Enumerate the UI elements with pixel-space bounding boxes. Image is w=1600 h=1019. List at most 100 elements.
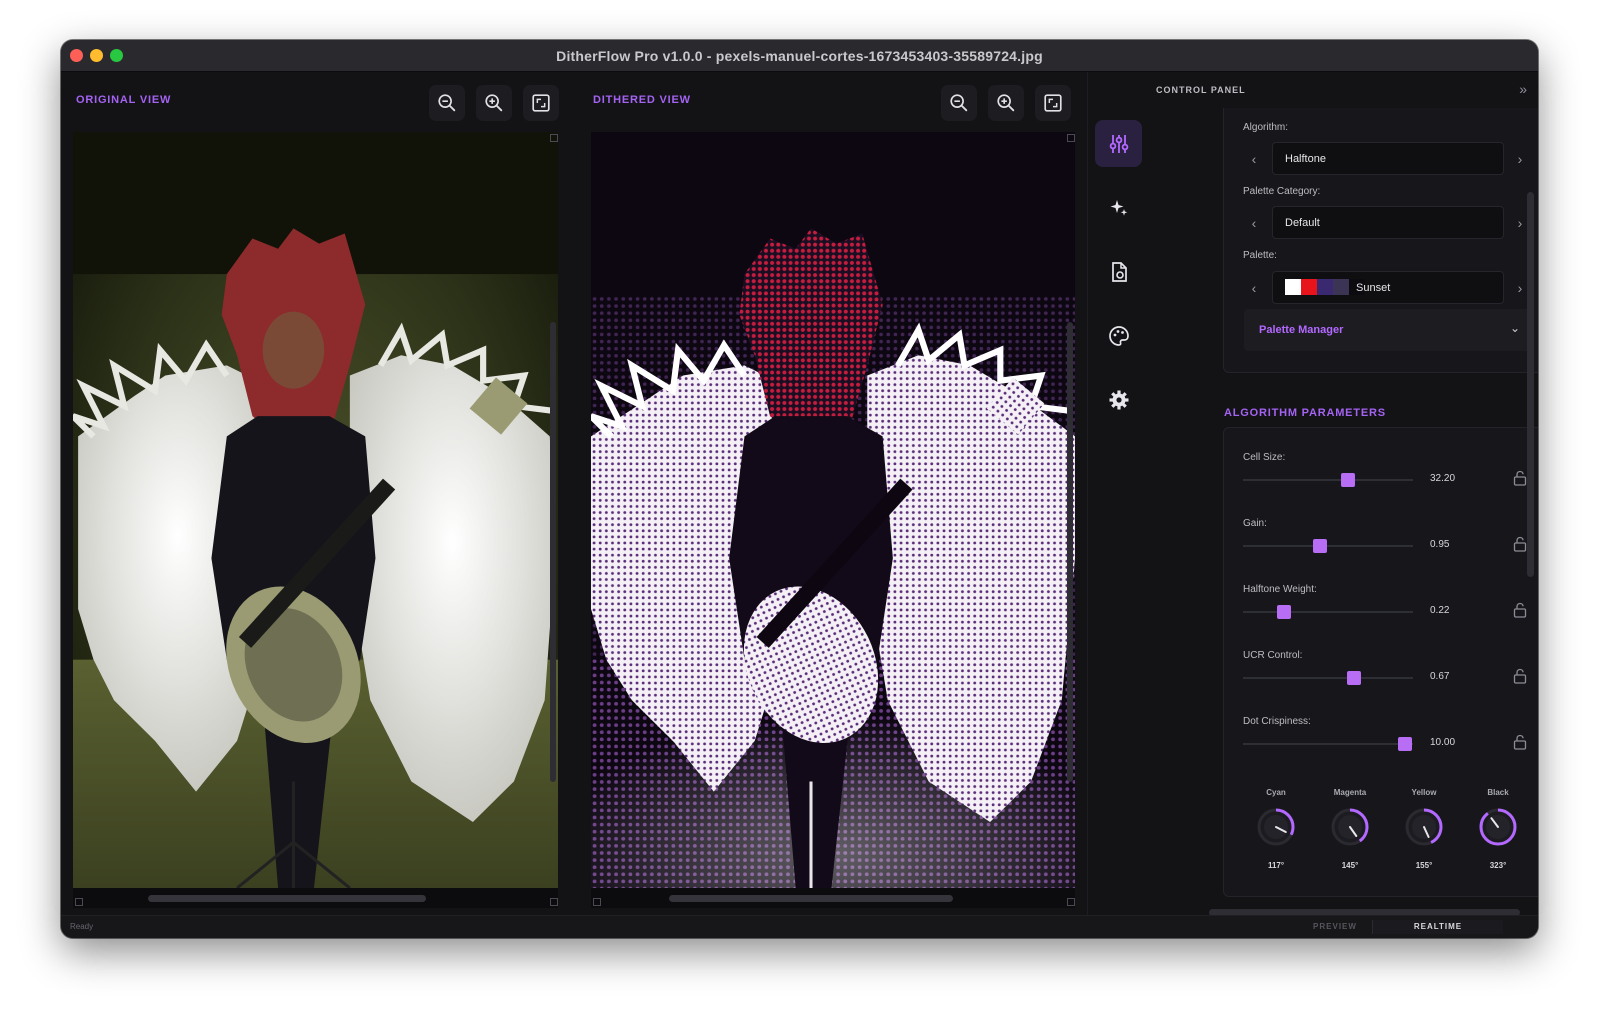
dial-knob[interactable] xyxy=(1402,805,1446,849)
original-zoom-in-button[interactable] xyxy=(476,85,512,121)
slider-thumb[interactable] xyxy=(1312,539,1327,553)
channel-dial[interactable]: Black 323° xyxy=(1468,788,1528,870)
zoom-in-icon xyxy=(485,94,503,112)
palette-category-select[interactable]: Default xyxy=(1272,206,1504,239)
param-value: 0.67 xyxy=(1430,671,1450,682)
channel-dial[interactable]: Cyan 117° xyxy=(1246,788,1306,870)
algorithm-select[interactable]: Halftone xyxy=(1272,142,1504,175)
tab-preview[interactable]: PREVIEW xyxy=(1298,920,1372,934)
original-canvas[interactable] xyxy=(73,132,558,908)
lock-icon[interactable] xyxy=(1513,602,1527,618)
algorithm-value: Halftone xyxy=(1285,153,1326,165)
palette-manager-toggle[interactable]: Palette Manager ⌄ xyxy=(1244,309,1534,351)
corner-marker xyxy=(550,898,558,906)
corner-marker xyxy=(1067,134,1075,142)
param-slider[interactable] xyxy=(1243,671,1413,685)
palette-manager-label: Palette Manager xyxy=(1259,324,1344,336)
param-label: Gain: xyxy=(1243,518,1267,529)
palette-next-icon[interactable]: › xyxy=(1512,280,1528,296)
original-zoom-out-button[interactable] xyxy=(429,85,465,121)
palette-select[interactable]: Sunset xyxy=(1272,271,1504,304)
dial-value: 145° xyxy=(1341,861,1359,870)
control-panel-scrollbar[interactable] xyxy=(1527,192,1534,577)
palette-category-next-icon[interactable]: › xyxy=(1512,215,1528,231)
zoom-out-icon xyxy=(950,94,968,112)
lock-icon[interactable] xyxy=(1513,668,1527,684)
dithered-vertical-scrollbar[interactable] xyxy=(1067,322,1073,782)
channel-dial[interactable]: Yellow 155° xyxy=(1394,788,1454,870)
dithered-fit-button[interactable] xyxy=(1035,85,1071,121)
sidebar-item-effects[interactable] xyxy=(1095,184,1142,231)
sidebar-item-adjustments[interactable] xyxy=(1095,120,1142,167)
algorithm-parameters-card: Cell Size: 32.20 Gain: 0.95 Halftone Weight:… xyxy=(1223,427,1538,897)
palette-swatches xyxy=(1285,279,1365,295)
algorithm-label: Algorithm: xyxy=(1243,122,1289,133)
palette-label: Palette: xyxy=(1243,250,1277,261)
lock-icon[interactable] xyxy=(1513,734,1527,750)
corner-marker xyxy=(593,898,601,906)
param-slider[interactable] xyxy=(1243,473,1413,487)
param-label: Halftone Weight: xyxy=(1243,584,1317,595)
param-label: UCR Control: xyxy=(1243,650,1303,661)
zoom-in-icon xyxy=(997,94,1015,112)
dithered-view-title: DITHERED VIEW xyxy=(593,94,691,106)
dial-label: Cyan xyxy=(1266,788,1286,797)
dial-label: Yellow xyxy=(1411,788,1437,797)
palette-prev-icon[interactable]: ‹ xyxy=(1246,280,1262,296)
main-content: ORIGINAL VIEW DITHERED VIEW CONTROL PANE… xyxy=(61,72,1538,916)
dial-knob[interactable] xyxy=(1328,805,1372,849)
algorithm-settings-card: Algorithm: ‹ Halftone › Palette Category… xyxy=(1223,108,1538,373)
corner-marker xyxy=(550,134,558,142)
dial-label: Magenta xyxy=(1333,788,1367,797)
channel-dial[interactable]: Magenta 145° xyxy=(1320,788,1380,870)
slider-thumb[interactable] xyxy=(1341,473,1356,487)
dithered-zoom-in-button[interactable] xyxy=(988,85,1024,121)
channel-angle-dials: Cyan 117° Magenta 145° Yellow 155° Black 323° xyxy=(1254,788,1534,878)
title-bar: DitherFlow Pro v1.0.0 - pexels-manuel-co… xyxy=(61,40,1538,72)
dial-knob[interactable] xyxy=(1476,805,1520,849)
sidebar-item-palette[interactable] xyxy=(1095,312,1142,359)
dithered-horizontal-scrollbar[interactable] xyxy=(669,895,953,902)
dial-knob[interactable] xyxy=(1254,805,1298,849)
original-view-pane: ORIGINAL VIEW xyxy=(61,72,570,916)
sidebar-item-settings[interactable] xyxy=(1095,376,1142,423)
algorithm-parameters-title: ALGORITHM PARAMETERS xyxy=(1224,407,1386,419)
dithered-zoom-out-button[interactable] xyxy=(941,85,977,121)
dithered-canvas[interactable] xyxy=(591,132,1075,908)
slider-thumb[interactable] xyxy=(1397,737,1412,751)
palette-swatch xyxy=(1317,279,1333,295)
original-horizontal-scrollbar[interactable] xyxy=(148,895,426,902)
dithered-image xyxy=(591,132,1075,888)
slider-thumb[interactable] xyxy=(1276,605,1291,619)
palette-category-prev-icon[interactable]: ‹ xyxy=(1246,215,1262,231)
sidebar-item-document[interactable] xyxy=(1095,248,1142,295)
lock-icon[interactable] xyxy=(1513,536,1527,552)
param-slider[interactable] xyxy=(1243,605,1413,619)
algorithm-prev-icon[interactable]: ‹ xyxy=(1246,151,1262,167)
param-value: 10.00 xyxy=(1430,737,1456,748)
tab-realtime[interactable]: REALTIME xyxy=(1372,920,1503,934)
gear-icon xyxy=(1109,390,1128,409)
lock-icon[interactable] xyxy=(1513,470,1527,486)
algorithm-next-icon[interactable]: › xyxy=(1512,151,1528,167)
fit-screen-icon xyxy=(532,94,550,112)
palette-swatch xyxy=(1333,279,1349,295)
param-slider[interactable] xyxy=(1243,737,1413,751)
slider-thumb[interactable] xyxy=(1346,671,1361,685)
fit-screen-icon xyxy=(1044,94,1062,112)
param-value: 32.20 xyxy=(1430,473,1456,484)
original-fit-button[interactable] xyxy=(523,85,559,121)
palette-swatch xyxy=(1301,279,1317,295)
chevron-down-icon: ⌄ xyxy=(1509,321,1520,335)
collapse-panel-icon[interactable]: » xyxy=(1519,81,1527,97)
original-view-header: ORIGINAL VIEW xyxy=(61,72,570,132)
palette-swatch xyxy=(1285,279,1301,295)
original-vertical-scrollbar[interactable] xyxy=(550,322,556,782)
control-panel-header: CONTROL PANEL » xyxy=(1147,72,1538,108)
sparkles-icon xyxy=(1110,199,1127,216)
corner-marker xyxy=(75,898,83,906)
original-image xyxy=(73,132,558,888)
param-slider[interactable] xyxy=(1243,539,1413,553)
palette-category-label: Palette Category: xyxy=(1243,186,1321,197)
window-title: DitherFlow Pro v1.0.0 - pexels-manuel-co… xyxy=(556,48,1043,64)
